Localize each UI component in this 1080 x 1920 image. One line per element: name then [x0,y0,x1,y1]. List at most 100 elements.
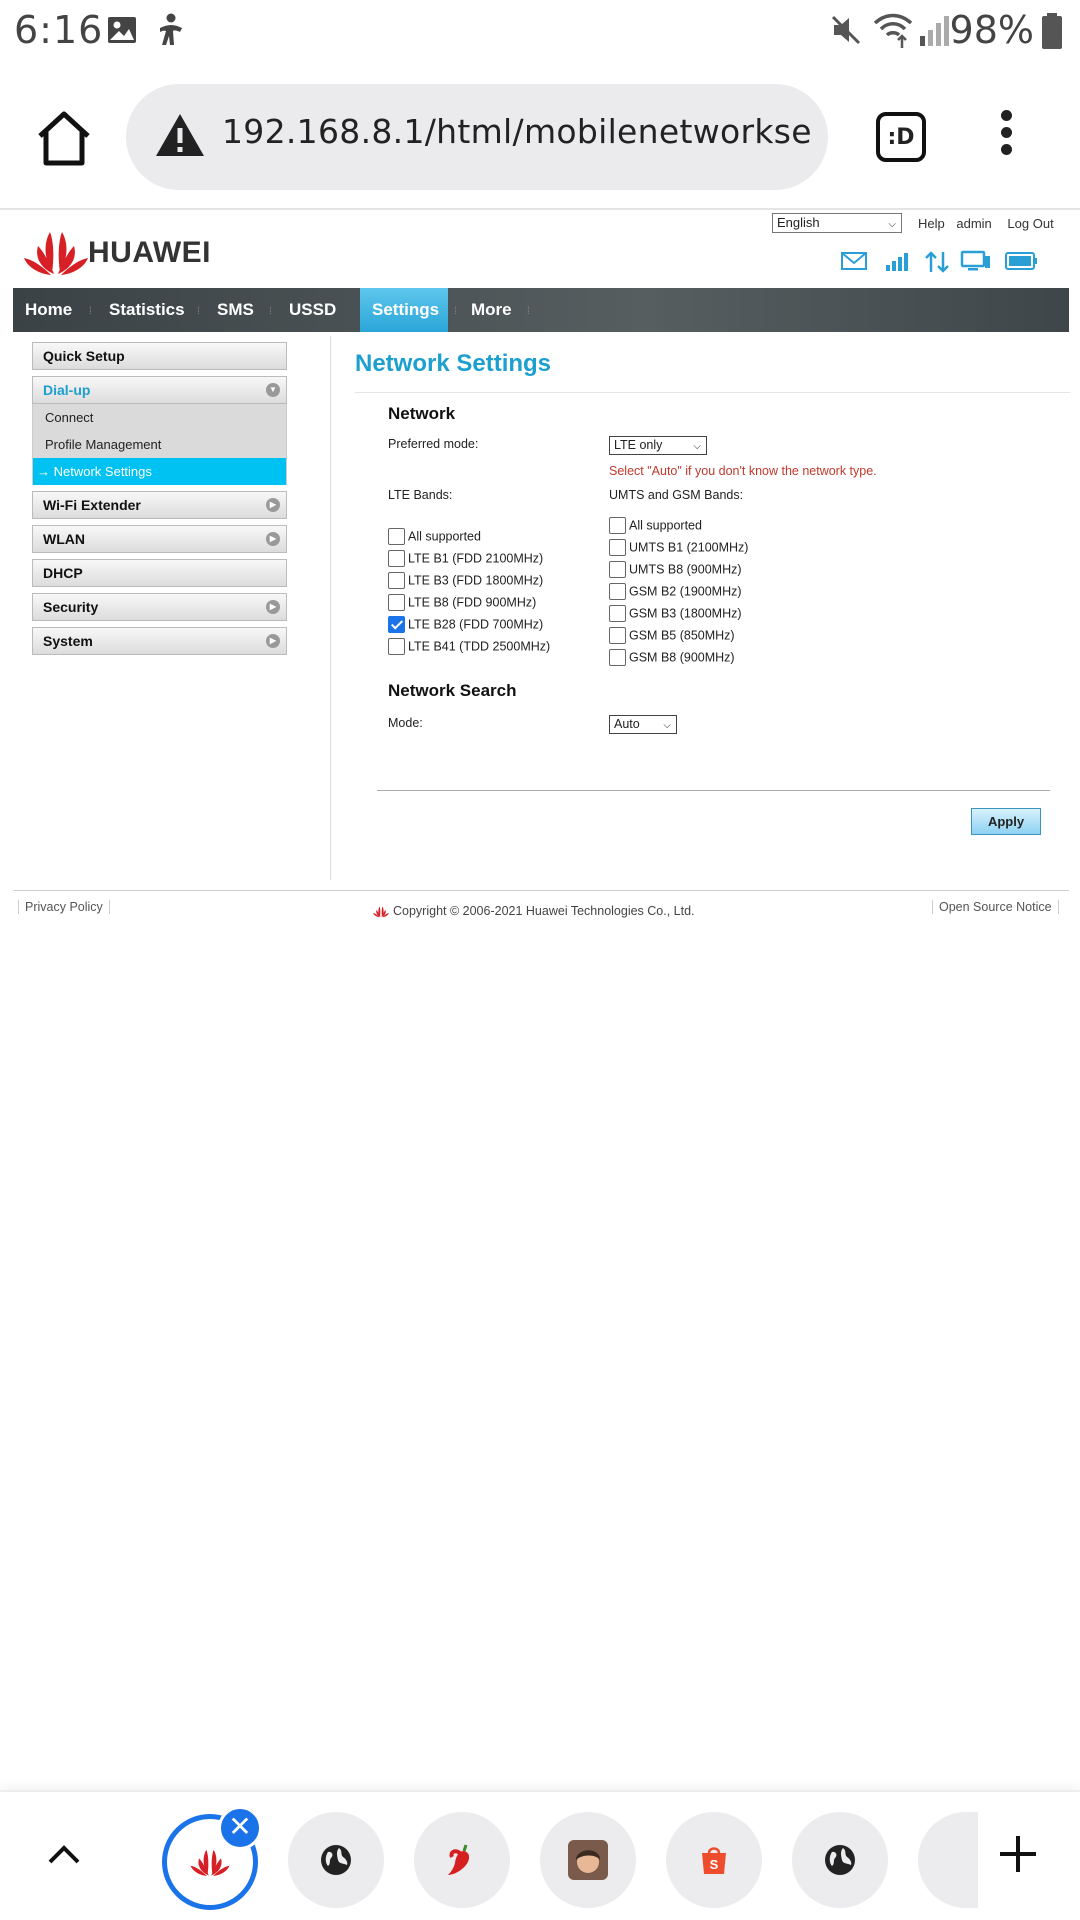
tab-partial[interactable] [918,1812,978,1908]
huawei-logo-icon [190,1849,230,1877]
checkbox[interactable] [388,528,405,545]
checkbox[interactable] [388,550,405,567]
network-search-heading: Network Search [388,681,517,700]
checkbox[interactable] [609,561,626,578]
checkbox[interactable] [609,517,626,534]
checkbox-checked[interactable] [388,616,405,633]
sidebar-item-label: Dial-up [43,382,91,398]
battery-level-icon [1005,252,1037,270]
tab-switcher-button[interactable]: :D [876,112,926,162]
sidebar-item-label: Security [43,599,99,615]
warning-icon[interactable] [154,112,206,158]
footer-divider [13,890,1069,891]
sidebar-item-dhcp[interactable]: DHCP [32,559,287,587]
checkbox[interactable] [609,605,626,622]
sidebar-subitem-network-settings[interactable]: → Network Settings [33,458,286,485]
chevron-right-icon: ▶ [266,634,280,648]
browser-toolbar: 192.168.8.1/html/mobilenetworksettings. … [0,64,1080,210]
chevron-up-icon[interactable] [44,1838,84,1868]
tab-globe[interactable] [288,1812,384,1908]
nav-statistics[interactable]: Statistics [97,288,197,332]
checkbox-label: LTE B28 (FDD 700MHz) [408,617,544,632]
globe-icon [321,1845,351,1875]
umts-band-option[interactable]: All supported [609,517,702,537]
sidebar-item-dial-up[interactable]: Dial-up ▼ [32,376,287,404]
checkbox-label: LTE B1 (FDD 2100MHz) [408,551,544,566]
nav-separator: ⁞ [527,306,530,317]
checkbox-label: LTE B3 (FDD 1800MHz) [408,573,544,588]
tab-globe-2[interactable] [792,1812,888,1908]
page-title: Network Settings [355,350,552,377]
lte-band-option[interactable]: LTE B8 (FDD 900MHz) [388,594,536,614]
checkbox-label: GSM B3 (1800MHz) [629,606,742,621]
home-icon[interactable] [34,108,94,168]
sidebar-item-wlan[interactable]: WLAN ▶ [32,525,287,553]
user-label: admin [956,216,992,231]
search-mode-value: Auto [614,717,640,731]
language-select[interactable]: English ⌵ [772,213,902,233]
help-link[interactable]: Help [918,216,945,231]
divider [377,790,1050,791]
nav-ussd[interactable]: USSD [277,288,348,332]
checkbox[interactable] [388,594,405,611]
overflow-menu-icon[interactable] [996,110,1016,160]
open-source-notice-link[interactable]: Open Source Notice [932,900,1059,914]
umts-band-option[interactable]: GSM B5 (850MHz) [609,627,735,647]
lte-bands-label: LTE Bands: [388,488,453,502]
lte-band-option[interactable]: LTE B3 (FDD 1800MHz) [388,572,543,592]
accessibility-icon [160,13,182,45]
close-tab-icon[interactable]: ✕ [218,1806,262,1850]
checkbox[interactable] [609,649,626,666]
checkbox[interactable] [609,627,626,644]
sidebar-subitem-label: Network Settings [53,464,152,479]
copyright-text: Copyright © 2006-2021 Huawei Technologie… [393,904,695,918]
checkbox[interactable] [388,638,405,655]
privacy-policy-link[interactable]: Privacy Policy [18,900,110,914]
tab-chili[interactable] [414,1812,510,1908]
battery-percent: 98% [949,8,1034,52]
sidebar-item-label: Quick Setup [43,348,125,364]
new-tab-icon[interactable] [996,1832,1040,1876]
lte-band-option[interactable]: LTE B28 (FDD 700MHz) [388,616,543,636]
lte-band-option[interactable]: LTE B1 (FDD 2100MHz) [388,550,543,570]
checkbox[interactable] [388,572,405,589]
nav-home[interactable]: Home [13,288,84,332]
checkbox-label: All supported [408,529,481,544]
chevron-right-icon: ▶ [266,532,280,546]
checkbox-label: LTE B8 (FDD 900MHz) [408,595,537,610]
sidebar-item-security[interactable]: Security ▶ [32,593,287,621]
preferred-mode-select[interactable]: LTE only ⌵ [609,436,707,455]
mail-icon[interactable] [840,250,868,272]
svg-text:S: S [710,1857,719,1872]
nav-sms[interactable]: SMS [205,288,266,332]
lte-band-option[interactable]: All supported [388,528,481,548]
umts-band-option[interactable]: GSM B2 (1900MHz) [609,583,742,603]
logout-link[interactable]: Log Out [1007,216,1053,231]
sidebar-item-label: System [43,633,93,649]
lte-band-option[interactable]: LTE B41 (TDD 2500MHz) [388,638,550,658]
umts-band-option[interactable]: GSM B8 (900MHz) [609,649,735,669]
main-nav: Home ⁞ Statistics ⁞ SMS ⁞ USSD Settings … [13,288,1069,332]
search-mode-select[interactable]: Auto ⌵ [609,715,677,734]
sidebar-item-wifi-extender[interactable]: Wi-Fi Extender ▶ [32,491,287,519]
checkbox[interactable] [609,583,626,600]
nav-settings[interactable]: Settings [360,288,448,332]
nav-more[interactable]: More [459,288,524,332]
sidebar-subitem-profile-management[interactable]: Profile Management [33,431,286,458]
url-text[interactable]: 192.168.8.1/html/mobilenetworksettings. [222,112,812,151]
address-bar[interactable]: 192.168.8.1/html/mobilenetworksettings. [126,84,828,190]
umts-band-option[interactable]: UMTS B1 (2100MHz) [609,539,748,559]
sidebar-item-quick-setup[interactable]: Quick Setup [32,342,287,370]
sidebar-subitem-connect[interactable]: Connect [33,404,286,431]
umts-band-option[interactable]: UMTS B8 (900MHz) [609,561,742,581]
checkbox-label: UMTS B8 (900MHz) [629,562,742,577]
tab-shopee[interactable]: S [666,1812,762,1908]
checkbox[interactable] [609,539,626,556]
chevron-down-icon: ⌵ [693,441,701,452]
sidebar-item-system[interactable]: System ▶ [32,627,287,655]
apply-button[interactable]: Apply [971,808,1041,835]
tab-profile[interactable] [540,1812,636,1908]
preferred-mode-value: LTE only [614,438,663,452]
checkbox-label: UMTS B1 (2100MHz) [629,540,749,555]
umts-band-option[interactable]: GSM B3 (1800MHz) [609,605,742,625]
